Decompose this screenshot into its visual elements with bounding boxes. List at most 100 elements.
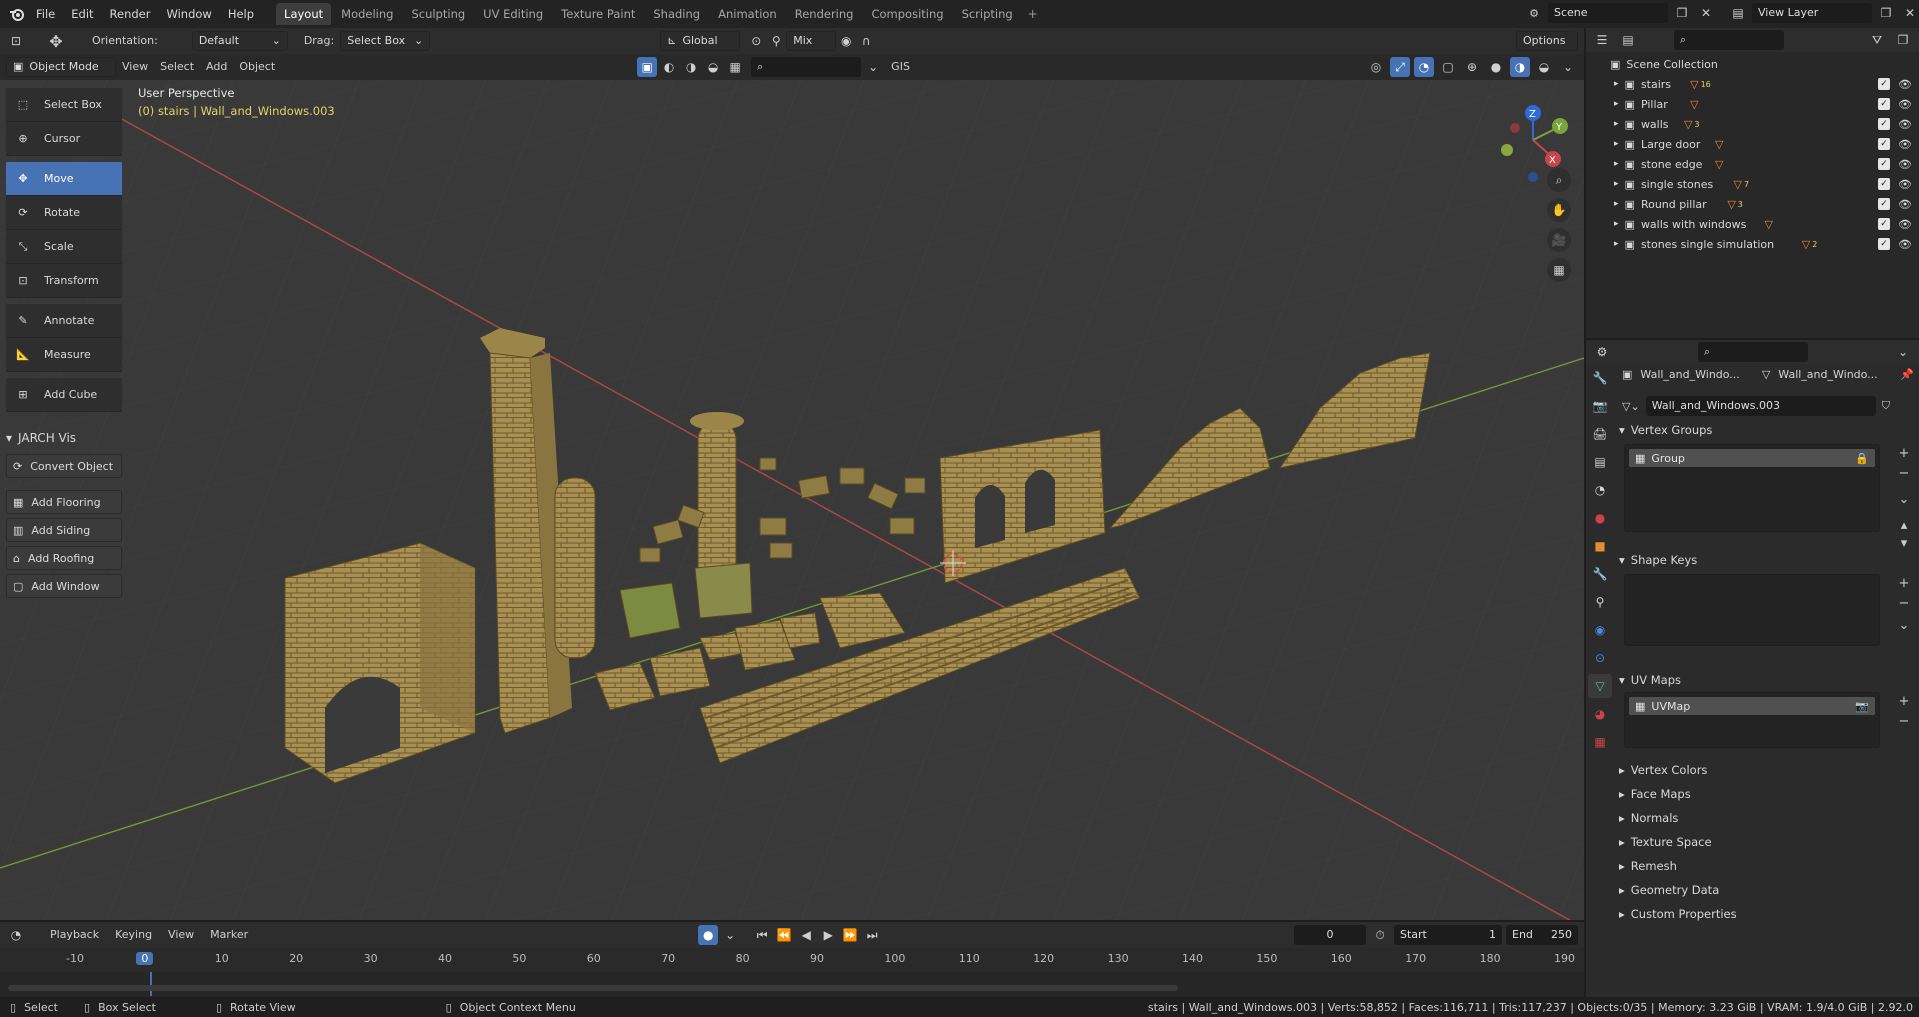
blender-logo-icon[interactable] xyxy=(6,4,28,24)
convert-object-button[interactable]: ⟳ Convert Object xyxy=(6,454,122,478)
menu-help[interactable]: Help xyxy=(220,3,262,25)
outliner-item[interactable]: ▸ ▣ walls ▽ 3 ✓ 👁 xyxy=(1586,114,1919,134)
texture-tab-icon[interactable]: ▦ xyxy=(1588,730,1612,754)
render-icon[interactable]: ◒ xyxy=(703,57,723,77)
material-shading-icon[interactable]: ◑ xyxy=(1510,57,1530,77)
jump-start-icon[interactable]: ⏮ xyxy=(752,925,772,945)
remove-shape-key-button[interactable]: − xyxy=(1895,594,1913,612)
transform-orientation-dropdown[interactable]: ⊾ Global xyxy=(660,31,741,51)
outliner-item[interactable]: ▸ ▣ stone edge ▽ ✓ 👁 xyxy=(1586,154,1919,174)
panel-vertex-colors[interactable]: ▸ Vertex Colors xyxy=(1619,760,1909,780)
add-flooring-button[interactable]: ▦ Add Flooring xyxy=(6,490,122,514)
outliner-editor-icon[interactable]: ☰ xyxy=(1592,30,1612,50)
checkbox-icon[interactable]: ✓ xyxy=(1878,98,1890,110)
modifier-tab-icon[interactable]: 🔧 xyxy=(1588,562,1612,586)
viewport-search-input[interactable]: ⌕ xyxy=(751,57,862,77)
checkbox-icon[interactable]: ✓ xyxy=(1878,218,1890,230)
snap-mode-dropdown[interactable]: Mix xyxy=(786,31,837,51)
clock-icon[interactable]: ⏱ xyxy=(1370,925,1390,945)
tab-sculpting[interactable]: Sculpting xyxy=(403,3,473,25)
material-icon[interactable]: ◑ xyxy=(681,57,701,77)
expand-arrow-icon[interactable]: ▸ xyxy=(1614,119,1619,129)
world-tab-icon[interactable]: ● xyxy=(1588,506,1612,530)
tab-scripting[interactable]: Scripting xyxy=(954,3,1021,25)
fake-user-icon[interactable]: ⛉ xyxy=(1882,399,1890,413)
material-tab-icon[interactable]: ◕ xyxy=(1588,702,1612,726)
tab-uv-editing[interactable]: UV Editing xyxy=(475,3,551,25)
eye-icon[interactable]: 👁 xyxy=(1898,138,1912,151)
tool-add-cube[interactable]: ⊞ Add Cube xyxy=(6,378,122,412)
remove-uv-map-button[interactable]: − xyxy=(1895,712,1913,730)
add-workspace-icon[interactable]: + xyxy=(1023,4,1043,24)
orientation-dropdown[interactable]: Default ⌄ xyxy=(191,31,288,51)
select-mode-icon[interactable]: ▣ xyxy=(637,57,658,77)
vertex-groups-header[interactable]: ▾ Vertex Groups xyxy=(1619,420,1909,440)
tab-texture-paint[interactable]: Texture Paint xyxy=(553,3,643,25)
camera-icon[interactable]: 🎥 xyxy=(1547,228,1571,252)
zoom-icon[interactable]: ⌕ xyxy=(1547,168,1571,192)
tool-annotate[interactable]: ✎ Annotate xyxy=(6,304,122,338)
add-shape-key-button[interactable]: + xyxy=(1895,574,1913,592)
menu-edit[interactable]: Edit xyxy=(63,3,101,25)
scene-icon[interactable]: ⚙ xyxy=(1524,3,1544,23)
solid-shading-icon[interactable]: ● xyxy=(1486,57,1506,77)
eye-icon[interactable]: 👁 xyxy=(1898,218,1912,231)
editor-type-icon[interactable]: ⊡ xyxy=(6,31,26,51)
mesh-data-tab-icon[interactable]: ▽ xyxy=(1588,674,1612,698)
tool-move[interactable]: ✥ Move xyxy=(6,162,122,196)
add-siding-button[interactable]: ▥ Add Siding xyxy=(6,518,122,542)
output-tab-icon[interactable]: 🖨 xyxy=(1588,422,1612,446)
menu-playback[interactable]: Playback xyxy=(44,925,105,945)
lock-icon[interactable]: 🔒 xyxy=(1855,452,1869,465)
start-frame-field[interactable]: Start 1 xyxy=(1394,925,1502,945)
expand-arrow-icon[interactable]: ▸ xyxy=(1614,99,1619,109)
mesh-datablock-icon[interactable]: ▽⌄ xyxy=(1622,400,1640,413)
menu-object[interactable]: Object xyxy=(233,57,281,77)
panel-face-maps[interactable]: ▸ Face Maps xyxy=(1619,784,1909,804)
view-layer-field[interactable]: View Layer xyxy=(1752,3,1872,23)
tool-scale[interactable]: ⤡ Scale xyxy=(6,230,122,264)
tab-modeling[interactable]: Modeling xyxy=(333,3,401,25)
mode-dropdown[interactable]: ▣ Object Mode xyxy=(6,57,116,77)
outliner-item[interactable]: ▸ ▣ walls with windows ▽ ✓ 👁 xyxy=(1586,214,1919,234)
tab-shading[interactable]: Shading xyxy=(645,3,708,25)
expand-arrow-icon[interactable]: ▸ xyxy=(1614,139,1619,149)
expand-arrow-icon[interactable]: ▸ xyxy=(1614,199,1619,209)
menu-keying[interactable]: Keying xyxy=(109,925,158,945)
outliner-item[interactable]: ▸ ▣ Round pillar ▽ 3 ✓ 👁 xyxy=(1586,194,1919,214)
play-reverse-icon[interactable]: ◀ xyxy=(796,925,816,945)
current-frame-field[interactable]: 0 xyxy=(1294,925,1366,945)
scene-tab-icon[interactable]: ◔ xyxy=(1588,478,1612,502)
menu-select[interactable]: Select xyxy=(154,57,200,77)
jump-keyframe-back-icon[interactable]: ⏪ xyxy=(774,925,794,945)
outliner-item[interactable]: ▸ ▣ Large door ▽ ✓ 👁 xyxy=(1586,134,1919,154)
snap-icon[interactable]: ⚲ xyxy=(766,31,786,51)
eye-icon[interactable]: 👁 xyxy=(1898,198,1912,211)
delete-scene-icon[interactable]: ✕ xyxy=(1696,3,1716,23)
auto-key-icon[interactable]: ● xyxy=(698,925,719,945)
rendered-shading-icon[interactable]: ◒ xyxy=(1534,57,1554,77)
display-mode-icon[interactable]: ▤ xyxy=(1618,30,1638,50)
tool-cursor[interactable]: ⊕ Cursor xyxy=(6,122,122,156)
play-icon[interactable]: ▶ xyxy=(818,925,838,945)
outliner-item[interactable]: ▸ ▣ Pillar ▽ ✓ 👁 xyxy=(1586,94,1919,114)
panel-geometry-data[interactable]: ▸ Geometry Data xyxy=(1619,880,1909,900)
menu-file[interactable]: File xyxy=(28,3,63,25)
checkbox-icon[interactable]: ✓ xyxy=(1878,158,1890,170)
delete-view-layer-icon[interactable]: ✕ xyxy=(1900,3,1919,23)
end-frame-field[interactable]: End 250 xyxy=(1506,925,1578,945)
list-item[interactable]: ▦ UVMap 📷 xyxy=(1629,697,1875,715)
grid-icon[interactable]: ▦ xyxy=(725,57,745,77)
checkbox-icon[interactable]: ✓ xyxy=(1878,138,1890,150)
uv-maps-header[interactable]: ▾ UV Maps xyxy=(1619,670,1909,690)
shading-options-icon[interactable]: ⌄ xyxy=(1558,57,1578,77)
timeline-editor-icon[interactable]: ◔ xyxy=(6,925,26,945)
outliner-item[interactable]: ▸ ▣ single stones ▽ 7 ✓ 👁 xyxy=(1586,174,1919,194)
panel-remesh[interactable]: ▸ Remesh xyxy=(1619,856,1909,876)
outliner-item[interactable]: ▸ ▣ stairs ▽ 16 ✓ 👁 xyxy=(1586,74,1919,94)
jump-keyframe-forward-icon[interactable]: ⏩ xyxy=(840,925,860,945)
eye-icon[interactable]: 👁 xyxy=(1898,78,1912,91)
add-window-button[interactable]: ▢ Add Window xyxy=(6,574,122,598)
pin-icon[interactable]: 📌 xyxy=(1900,368,1914,381)
tab-compositing[interactable]: Compositing xyxy=(863,3,951,25)
